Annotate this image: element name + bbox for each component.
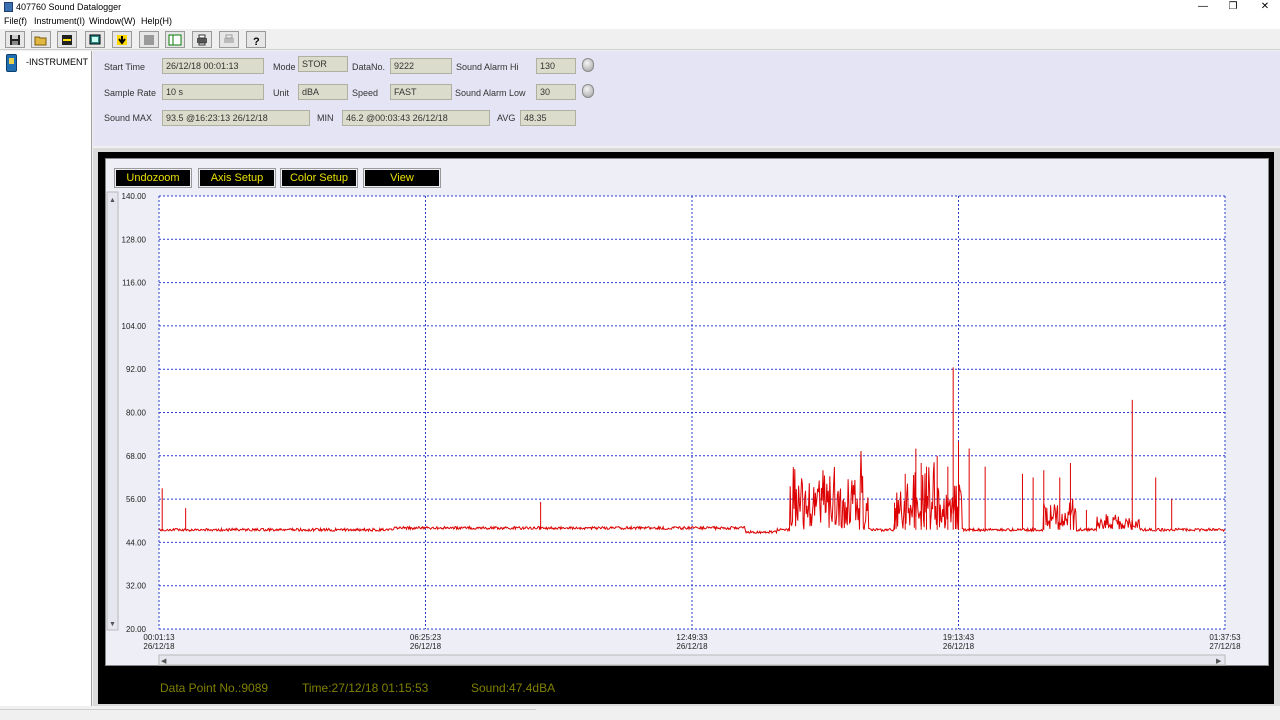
- y-tick-label: 92.00: [126, 365, 147, 374]
- x-tick-date-label: 26/12/18: [143, 642, 175, 651]
- y-tick-label: 104.00: [122, 322, 147, 331]
- y-tick-label: 32.00: [126, 582, 147, 591]
- scroll-right-arrow[interactable]: ▶: [1216, 658, 1222, 665]
- x-tick-time-label: 19:13:43: [943, 633, 975, 642]
- y-tick-label: 44.00: [126, 538, 147, 547]
- y-tick-label: 116.00: [122, 279, 146, 288]
- x-tick-date-label: 26/12/18: [676, 642, 708, 651]
- status-strip: [0, 706, 1280, 720]
- sound-status: Sound:47.4dBA: [471, 681, 556, 695]
- scroll-up-arrow[interactable]: ▲: [109, 197, 116, 204]
- y-tick-label: 68.00: [126, 452, 147, 461]
- x-tick-time-label: 01:37:53: [1209, 633, 1241, 642]
- x-tick-date-label: 27/12/18: [1209, 642, 1241, 651]
- vertical-scrollbar[interactable]: [106, 191, 119, 631]
- y-tick-label: 140.00: [122, 192, 147, 201]
- scroll-down-arrow[interactable]: ▼: [109, 621, 116, 628]
- y-tick-label: 80.00: [126, 409, 147, 418]
- sound-level-chart[interactable]: ▲ ▼ ◀ ▶ 140.00 128.00 116.00 104.00 92.00 80.…: [0, 0, 1280, 720]
- y-tick-label: 56.00: [126, 495, 147, 504]
- x-tick-time-label: 12:49:33: [676, 633, 708, 642]
- x-tick-date-label: 26/12/18: [410, 642, 442, 651]
- scroll-left-arrow[interactable]: ◀: [161, 658, 167, 665]
- y-tick-label: 128.00: [122, 235, 147, 244]
- data-point-status: Data Point No.:9089: [160, 681, 269, 695]
- time-status: Time:27/12/18 01:15:53: [302, 681, 429, 695]
- horizontal-scrollbar[interactable]: [158, 654, 1226, 666]
- x-tick-time-label: 06:25:23: [410, 633, 442, 642]
- x-tick-date-label: 26/12/18: [943, 642, 975, 651]
- x-tick-time-label: 00:01:13: [143, 633, 175, 642]
